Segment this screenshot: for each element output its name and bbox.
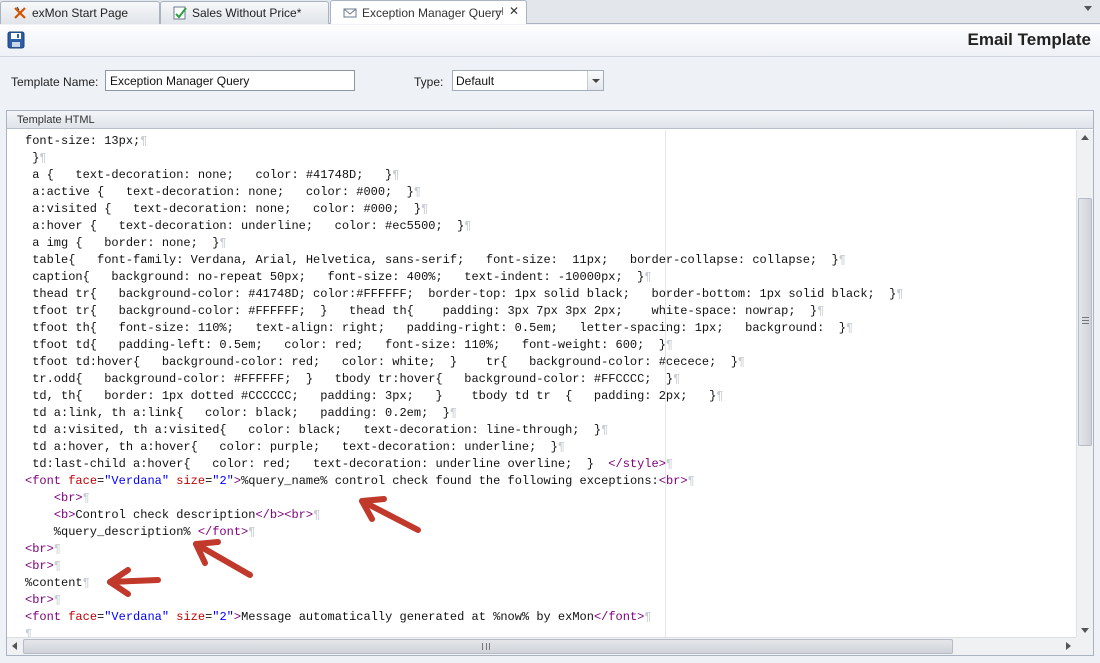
pilcrow-mark: ¶ [687, 474, 695, 488]
code-line[interactable]: caption{ background: no-repeat 50px; fon… [25, 269, 904, 286]
code-line[interactable]: %query_description% </font>¶ [25, 524, 904, 541]
vertical-scrollbar[interactable] [1076, 130, 1093, 638]
code-line[interactable]: tfoot td:hover{ background-color: red; c… [25, 354, 904, 371]
code-line[interactable]: td a:visited, th a:visited{ color: black… [25, 422, 904, 439]
code-line[interactable]: <br>¶ [25, 490, 904, 507]
html-code-editor[interactable]: font-size: 13px;¶ }¶ a { text-decoration… [7, 130, 1076, 638]
tab-label: Exception Manager Query [362, 5, 502, 20]
code-line[interactable]: td, th{ border: 1px dotted #CCCCCC; padd… [25, 388, 904, 405]
check-document-icon [173, 6, 187, 20]
pilcrow-mark: ¶ [53, 542, 62, 556]
pilcrow-mark: ¶ [896, 287, 904, 301]
page-title: Email Template [967, 30, 1091, 49]
pilcrow-mark: ¶ [644, 610, 652, 624]
template-html-group: Template HTML font-size: 13px;¶ }¶ a { t… [6, 110, 1094, 656]
code-lines[interactable]: font-size: 13px;¶ }¶ a { text-decoration… [25, 133, 904, 638]
exmon-logo-icon [14, 6, 26, 19]
tab-sales-without-price[interactable]: Sales Without Price* [160, 1, 329, 24]
grip-icon [482, 643, 490, 650]
code-line[interactable]: td a:hover, th a:hover{ color: purple; t… [25, 439, 904, 456]
code-line[interactable]: }¶ [25, 150, 904, 167]
chevron-down-icon[interactable] [587, 71, 603, 90]
pilcrow-mark: ¶ [644, 270, 652, 284]
type-select[interactable]: Default [452, 70, 604, 91]
group-title: Template HTML [7, 111, 1093, 129]
pilcrow-mark: ¶ [82, 491, 90, 505]
pilcrow-mark: ¶ [845, 321, 854, 335]
pilcrow-mark: ¶ [665, 338, 674, 352]
horizontal-scroll-thumb[interactable] [23, 639, 953, 654]
scroll-right-icon[interactable] [1060, 638, 1076, 655]
code-line[interactable]: <br>¶ [25, 558, 904, 575]
tab-exception-manager-query[interactable]: Exception Manager Query ⊣ ✕ [330, 0, 527, 24]
code-line[interactable]: <br>¶ [25, 592, 904, 609]
editor-header: Email Template [0, 25, 1100, 57]
pilcrow-mark: ¶ [716, 389, 724, 403]
template-name-input[interactable] [105, 70, 355, 91]
save-icon[interactable] [7, 31, 25, 49]
close-tab-icon[interactable]: ✕ [509, 4, 519, 18]
pilcrow-mark: ¶ [413, 185, 422, 199]
tab-exmon-start-page[interactable]: exMon Start Page [0, 1, 160, 24]
email-icon [343, 8, 357, 17]
code-line[interactable]: a img { border: none; }¶ [25, 235, 904, 252]
vertical-scroll-thumb[interactable] [1078, 198, 1092, 446]
pilcrow-mark: ¶ [219, 236, 227, 250]
pilcrow-mark: ¶ [53, 593, 62, 607]
pilcrow-mark: ¶ [421, 202, 429, 216]
code-line[interactable]: td:last-child a:hover{ color: red; text-… [25, 456, 904, 473]
code-line[interactable]: td a:link, th a:link{ color: black; padd… [25, 405, 904, 422]
pilcrow-mark: ¶ [53, 559, 62, 573]
document-tab-strip: exMon Start Page Sales Without Price* Ex… [0, 0, 1100, 24]
scroll-up-icon[interactable] [1077, 130, 1093, 146]
code-line[interactable]: <br>¶ [25, 541, 904, 558]
code-line[interactable]: <font face="Verdana" size="2">%query_nam… [25, 473, 904, 490]
code-line[interactable]: tfoot th{ font-size: 110%; text-align: r… [25, 320, 904, 337]
code-line[interactable]: <b>Control check description</b><br>¶ [25, 507, 904, 524]
pilcrow-mark: ¶ [140, 134, 148, 148]
type-label: Type: [414, 75, 444, 89]
code-line[interactable]: table{ font-family: Verdana, Arial, Helv… [25, 252, 904, 269]
pilcrow-mark: ¶ [449, 406, 458, 420]
pilcrow-mark: ¶ [464, 219, 472, 233]
template-name-label: Template Name: [11, 75, 99, 89]
pilcrow-mark: ¶ [673, 372, 681, 386]
code-line[interactable]: tfoot td{ padding-left: 0.5em; color: re… [25, 337, 904, 354]
pilcrow-mark: ¶ [313, 508, 321, 522]
code-line[interactable]: tr.odd{ background-color: #FFFFFF; } tbo… [25, 371, 904, 388]
code-line[interactable]: a:hover { text-decoration: underline; co… [25, 218, 904, 235]
code-line[interactable]: a:active { text-decoration: none; color:… [25, 184, 904, 201]
code-line[interactable]: %content¶ [25, 575, 904, 592]
pilcrow-mark: ¶ [737, 355, 746, 369]
code-line[interactable]: a:visited { text-decoration: none; color… [25, 201, 904, 218]
scroll-left-icon[interactable] [7, 638, 23, 655]
scroll-down-icon[interactable] [1077, 622, 1093, 638]
pilcrow-mark: ¶ [557, 440, 566, 454]
pilcrow-mark: ¶ [39, 151, 47, 165]
pilcrow-mark: ¶ [248, 525, 256, 539]
code-line[interactable]: font-size: 13px;¶ [25, 133, 904, 150]
tab-label: exMon Start Page [32, 6, 129, 20]
pin-icon[interactable]: ⊣ [494, 5, 504, 18]
scrollbar-corner [1076, 637, 1093, 655]
pilcrow-mark: ¶ [838, 253, 846, 267]
pilcrow-mark: ¶ [392, 168, 400, 182]
code-line[interactable]: thead tr{ background-color: #41748D; col… [25, 286, 904, 303]
tab-list-dropdown-icon[interactable] [1084, 6, 1092, 11]
pilcrow-mark: ¶ [601, 423, 609, 437]
tab-label: Sales Without Price* [192, 6, 302, 20]
pilcrow-mark: ¶ [817, 304, 825, 318]
type-select-value: Default [456, 74, 495, 88]
code-line[interactable]: tfoot tr{ background-color: #FFFFFF; } t… [25, 303, 904, 320]
horizontal-scrollbar[interactable] [7, 637, 1076, 655]
grip-icon [1082, 317, 1089, 324]
pilcrow-mark: ¶ [665, 457, 674, 471]
code-line[interactable]: <font face="Verdana" size="2">Message au… [25, 609, 904, 626]
pilcrow-mark: ¶ [82, 576, 90, 590]
code-line[interactable]: a { text-decoration: none; color: #41748… [25, 167, 904, 184]
